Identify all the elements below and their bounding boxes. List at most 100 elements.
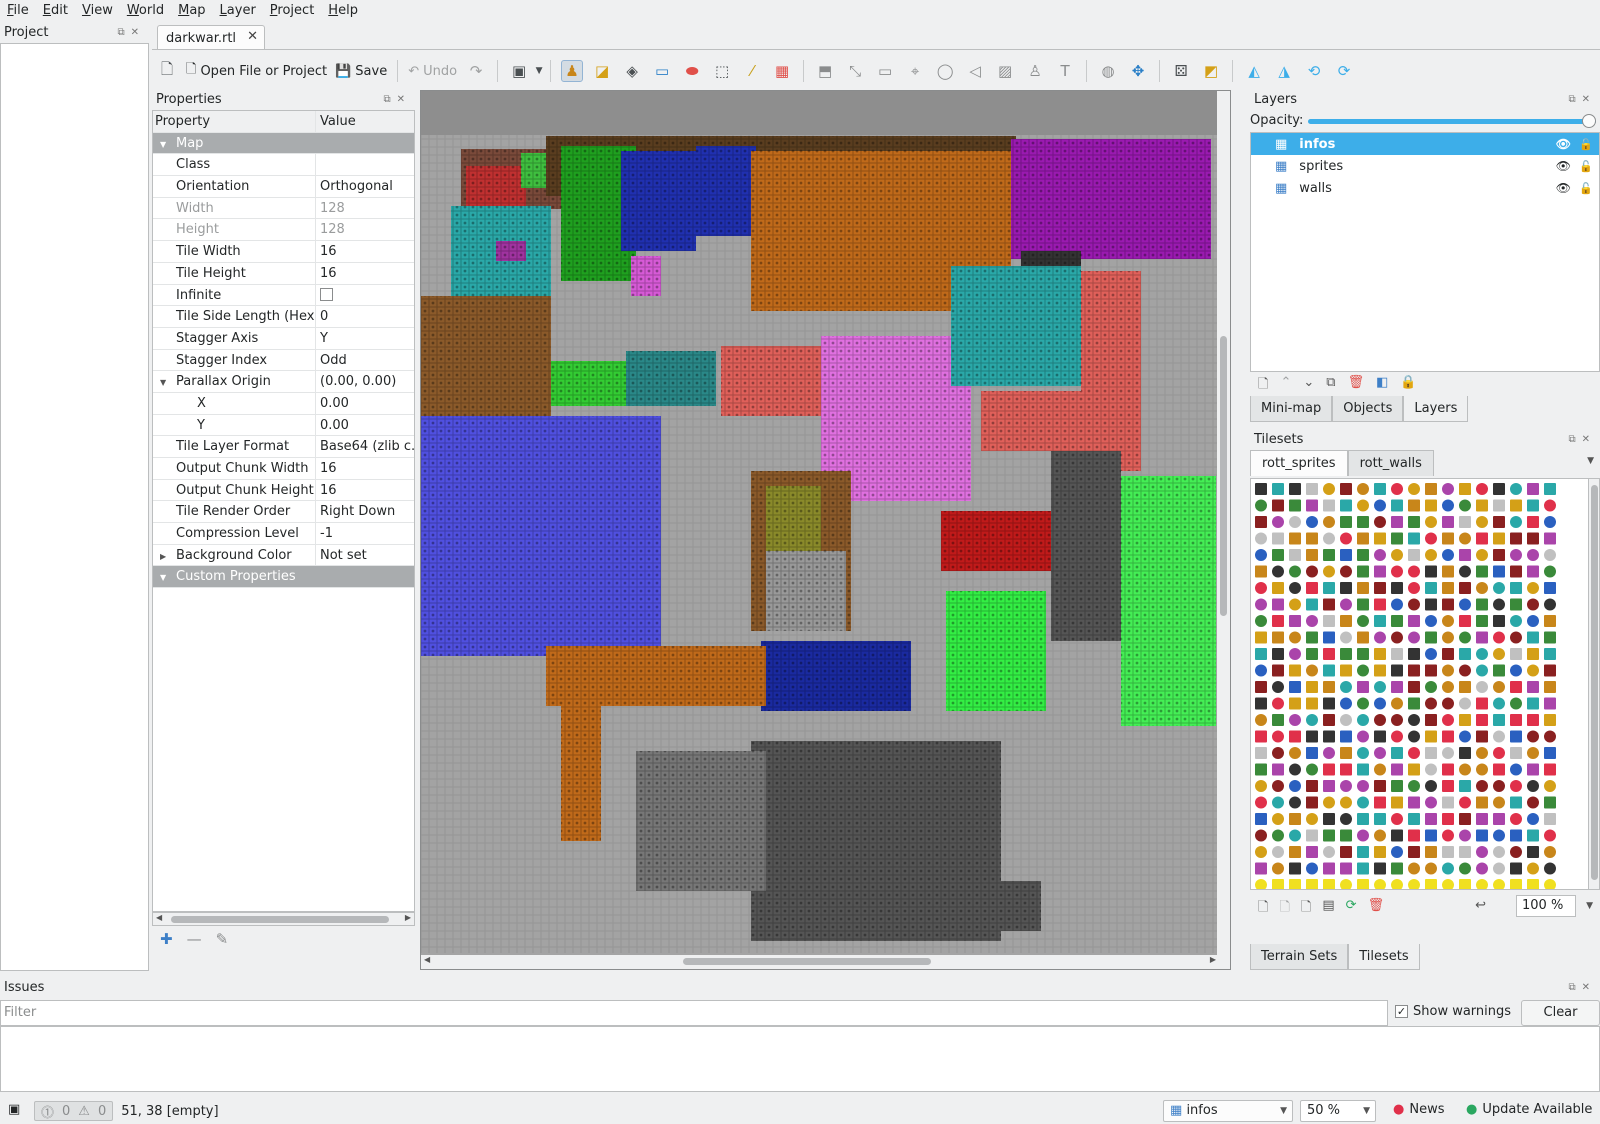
tileset-tile[interactable] [1476, 714, 1488, 726]
tileset-tile[interactable] [1493, 714, 1505, 726]
tileset-tile[interactable] [1476, 829, 1488, 842]
eraser-icon[interactable]: ⬬ [681, 60, 703, 82]
tileset-tile[interactable] [1272, 862, 1284, 875]
tileset-tile[interactable] [1510, 648, 1522, 660]
property-value[interactable]: 16 [316, 458, 414, 479]
console-icon[interactable]: ▣ [8, 1102, 20, 1117]
tileset-tile[interactable] [1357, 499, 1369, 512]
tileset-tile[interactable] [1476, 598, 1488, 611]
tileset-tile[interactable] [1340, 846, 1352, 858]
checkbox-checked-icon[interactable]: ✓ [1395, 1005, 1408, 1018]
tileset-tile[interactable] [1323, 829, 1335, 842]
insert-tile-icon[interactable]: ▨ [994, 60, 1016, 82]
property-row[interactable]: Class [153, 154, 414, 177]
rect-select-icon[interactable]: ⬚ [711, 60, 733, 82]
project-panel[interactable] [0, 43, 149, 971]
select-same-tile-icon[interactable]: ▦ [771, 60, 793, 82]
tileset-tile[interactable] [1255, 598, 1267, 611]
tileset-tile[interactable] [1391, 648, 1403, 660]
tileset-tile[interactable] [1459, 780, 1471, 792]
tileset-tile[interactable] [1442, 829, 1454, 842]
tileset-tile[interactable] [1357, 846, 1369, 858]
tileset-tile[interactable] [1357, 483, 1369, 495]
scrollbar-thumb[interactable] [1220, 336, 1227, 616]
tileset-tile[interactable] [1272, 763, 1284, 776]
tileset-tile[interactable] [1527, 681, 1539, 693]
tileset-tile[interactable] [1289, 598, 1301, 611]
tileset-tile[interactable] [1272, 714, 1284, 726]
tileset-tile[interactable] [1391, 582, 1403, 594]
tileset-tile[interactable] [1544, 763, 1556, 776]
tileset-tile[interactable] [1408, 796, 1420, 809]
tileset-tile[interactable] [1340, 549, 1352, 561]
tileset-tile[interactable] [1391, 763, 1403, 776]
tileset-tile[interactable] [1272, 681, 1284, 693]
tileset-tile[interactable] [1408, 763, 1420, 776]
tileset-tile[interactable] [1408, 598, 1420, 611]
tileset-tile[interactable] [1255, 829, 1267, 842]
tileset-tile[interactable] [1289, 879, 1301, 890]
tileset-tile[interactable] [1306, 813, 1318, 825]
scrollbar-thumb[interactable] [1591, 485, 1598, 880]
flip-horizontal-icon[interactable]: ◭ [1243, 60, 1265, 82]
tileset-tile[interactable] [1510, 879, 1522, 890]
property-row[interactable]: Output Chunk Width 16 [153, 458, 414, 480]
tileset-tile[interactable] [1391, 549, 1403, 561]
tileset-tile[interactable] [1493, 862, 1505, 875]
layer-row-infos[interactable]: ▦ infos 👁 🔓 [1251, 133, 1599, 155]
tileset-tile[interactable] [1289, 813, 1301, 825]
menu-view[interactable]: View [75, 0, 120, 22]
tileset-tile[interactable] [1544, 615, 1556, 627]
tileset-tile[interactable] [1493, 747, 1505, 759]
magic-wand-icon[interactable]: ⁄ [741, 60, 763, 82]
property-value[interactable]: Odd [316, 350, 414, 371]
tileset-tile[interactable] [1391, 813, 1403, 825]
tileset-tile[interactable] [1493, 549, 1505, 561]
tileset-tile[interactable] [1527, 714, 1539, 726]
issues-list[interactable] [0, 1026, 1600, 1092]
dock-float-close-icons[interactable]: ⧉✕ [383, 90, 411, 110]
tileset-tile[interactable] [1357, 763, 1369, 776]
tileset-tile[interactable] [1527, 747, 1539, 759]
tileset-tile[interactable] [1255, 697, 1267, 710]
tileset-tile[interactable] [1357, 780, 1369, 792]
tileset-tile[interactable] [1408, 615, 1420, 627]
tileset-tile[interactable] [1306, 532, 1318, 545]
tileset-tile[interactable] [1527, 565, 1539, 578]
tileset-tile[interactable] [1425, 516, 1437, 528]
tileset-tile[interactable] [1306, 499, 1318, 512]
tileset-tile[interactable] [1272, 664, 1284, 677]
tileset-tile[interactable] [1391, 615, 1403, 627]
property-value[interactable]: 0.00 [316, 415, 414, 436]
tileset-tile[interactable] [1544, 714, 1556, 726]
tileset-tile[interactable] [1408, 697, 1420, 710]
tileset-tile[interactable] [1544, 664, 1556, 677]
tileset-tile[interactable] [1510, 681, 1522, 693]
tileset-tile[interactable] [1476, 516, 1488, 528]
tileset-tile[interactable] [1272, 582, 1284, 594]
tileset-tile[interactable] [1357, 532, 1369, 545]
tileset-tile[interactable] [1272, 829, 1284, 842]
tileset-tile[interactable] [1476, 499, 1488, 512]
tileset-tile[interactable] [1510, 615, 1522, 627]
tileset-tile[interactable] [1544, 747, 1556, 759]
tileset-tile[interactable] [1510, 664, 1522, 677]
tileset-tile[interactable] [1306, 763, 1318, 776]
tileset-tile[interactable] [1391, 846, 1403, 858]
tileset-tile[interactable] [1391, 532, 1403, 545]
update-available-button[interactable]: ● Update Available [1466, 1102, 1592, 1117]
tab-mini-map[interactable]: Mini-map [1250, 396, 1333, 422]
tileset-tile[interactable] [1357, 747, 1369, 759]
show-hide-others-icon[interactable]: ◧ [1376, 375, 1388, 397]
tileset-tile[interactable] [1442, 813, 1454, 825]
tileset-tile[interactable] [1323, 582, 1335, 594]
tileset-tile[interactable] [1408, 582, 1420, 594]
tileset-tile[interactable] [1459, 730, 1471, 743]
opacity-slider[interactable] [1308, 114, 1596, 128]
property-value[interactable] [316, 285, 414, 306]
tileset-tile[interactable] [1323, 780, 1335, 792]
tileset-tile[interactable] [1510, 747, 1522, 759]
tileset-tile[interactable] [1493, 516, 1505, 528]
tileset-tile[interactable] [1459, 879, 1471, 890]
tileset-tile[interactable] [1391, 747, 1403, 759]
